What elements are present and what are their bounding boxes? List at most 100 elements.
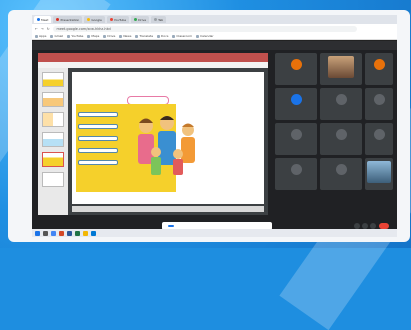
tab-favicon-icon (37, 18, 40, 21)
slide-label (78, 124, 118, 129)
browser-tab-bar: Meet Presentation Google YouTube Drive T… (32, 15, 397, 24)
browser-tab[interactable]: Presentation (53, 16, 83, 23)
participant-tile[interactable] (275, 53, 317, 85)
bookmark-label: Classroom (176, 34, 193, 38)
screenshot-window: Meet Presentation Google YouTube Drive T… (32, 15, 397, 237)
participant-video (328, 56, 354, 78)
shared-screen (38, 53, 268, 215)
bookmark-icon (119, 34, 123, 38)
bookmark-item[interactable]: Drive (103, 34, 115, 38)
participant-tile[interactable] (365, 158, 393, 190)
slide-thumbnail[interactable] (42, 72, 64, 87)
browser-tab[interactable]: Google (84, 16, 105, 23)
meet-window (32, 41, 397, 237)
participant-tile[interactable] (275, 123, 317, 155)
participant-tile[interactable] (320, 158, 362, 190)
participant-tile[interactable] (320, 53, 362, 85)
bookmark-label: Apps (39, 34, 47, 38)
person-icon (374, 129, 385, 140)
participant-avatar (291, 94, 302, 105)
participant-avatar (291, 59, 302, 70)
powerpoint-icon[interactable] (59, 230, 64, 236)
forward-icon[interactable]: → (41, 27, 44, 31)
bookmark-label: Gmail (54, 34, 64, 38)
slide-thumbnail[interactable] (42, 132, 64, 147)
browser-tab[interactable]: Drive (131, 16, 150, 23)
tab-label: Google (91, 17, 102, 22)
tab-label: Meet (41, 17, 49, 22)
bookmark-item[interactable]: News (119, 34, 131, 38)
participant-tile[interactable] (320, 88, 362, 120)
bookmark-icon (196, 34, 200, 38)
windows-start-icon[interactable] (35, 230, 40, 236)
word-icon[interactable] (67, 230, 72, 236)
slide-thumbnail[interactable] (42, 112, 64, 127)
browser-tab[interactable]: Tab (151, 16, 167, 23)
address-bar: ← → ↻ meet.google.com/xcw-hkhz-hkd (32, 24, 397, 33)
participant-tile[interactable] (320, 123, 362, 155)
url-text: meet.google.com/xcw-hkhz-hkd (56, 26, 111, 31)
tab-favicon-icon (56, 18, 60, 21)
back-icon[interactable]: ← (35, 27, 38, 31)
bookmark-label: Translate (139, 34, 154, 38)
bookmark-icon (157, 34, 161, 38)
slide-canvas (72, 72, 264, 204)
slide-thumbnail-panel (38, 68, 68, 215)
folder-icon[interactable] (83, 230, 88, 236)
slide-label (78, 148, 118, 153)
slide-label (78, 160, 118, 165)
edge-icon[interactable] (91, 230, 96, 236)
participant-tile[interactable] (365, 53, 393, 85)
participant-tile[interactable] (275, 88, 317, 120)
reload-icon[interactable]: ↻ (47, 27, 50, 31)
tab-favicon-icon (87, 18, 91, 21)
slide-thumbnail-selected[interactable] (42, 152, 64, 167)
bookmark-label: Docs (161, 34, 169, 38)
search-icon[interactable] (43, 230, 48, 236)
participant-tile[interactable] (275, 158, 317, 190)
slide-label (78, 136, 118, 141)
chrome-icon[interactable] (51, 230, 56, 236)
person-icon (291, 129, 302, 140)
bookmark-item[interactable]: Classroom (172, 34, 192, 38)
participant-video (367, 161, 391, 183)
bookmark-label: Maps (91, 34, 100, 38)
person-icon (336, 129, 347, 140)
url-input[interactable]: meet.google.com/xcw-hkhz-hkd (52, 25, 357, 32)
bookmark-icon (35, 34, 38, 38)
participant-tile[interactable] (365, 88, 393, 120)
slide-thumbnail[interactable] (42, 92, 64, 107)
bookmark-icon (50, 34, 54, 38)
person-icon (336, 164, 347, 175)
bookmark-item[interactable]: Apps (35, 34, 46, 38)
bookmark-item[interactable]: Docs (157, 34, 168, 38)
participant-tile[interactable] (365, 123, 393, 155)
bookmark-label: Drive (107, 34, 116, 38)
bookmark-item[interactable]: Maps (87, 34, 99, 38)
person-icon (336, 94, 347, 105)
powerpoint-titlebar (38, 53, 268, 62)
bookmark-label: Calendar (200, 34, 214, 38)
bookmark-icon (135, 34, 139, 38)
bookmark-item[interactable]: YouTube (67, 34, 83, 38)
tab-favicon-icon (154, 18, 158, 21)
person-icon (291, 164, 302, 175)
excel-icon[interactable] (75, 230, 80, 236)
tab-favicon-icon (134, 18, 138, 21)
bookmark-item[interactable]: Calendar (196, 34, 214, 38)
browser-tab[interactable]: Meet (34, 16, 52, 23)
slide-label (78, 112, 118, 117)
bookmarks-bar: Apps Gmail YouTube Maps Drive News Trans… (32, 33, 397, 40)
bookmark-item[interactable]: Gmail (50, 34, 63, 38)
slide-thumbnail[interactable] (42, 172, 64, 187)
bookmark-label: YouTube (71, 34, 84, 38)
bookmark-icon (103, 34, 107, 38)
bookmark-item[interactable]: Translate (135, 34, 153, 38)
notification-button[interactable] (168, 225, 174, 227)
browser-tab[interactable]: YouTube (106, 16, 130, 23)
presenting-banner (32, 41, 397, 50)
participant-avatar (374, 59, 385, 70)
bookmark-icon (67, 34, 71, 38)
bookmark-label: News (123, 34, 132, 38)
os-taskbar (32, 229, 397, 237)
